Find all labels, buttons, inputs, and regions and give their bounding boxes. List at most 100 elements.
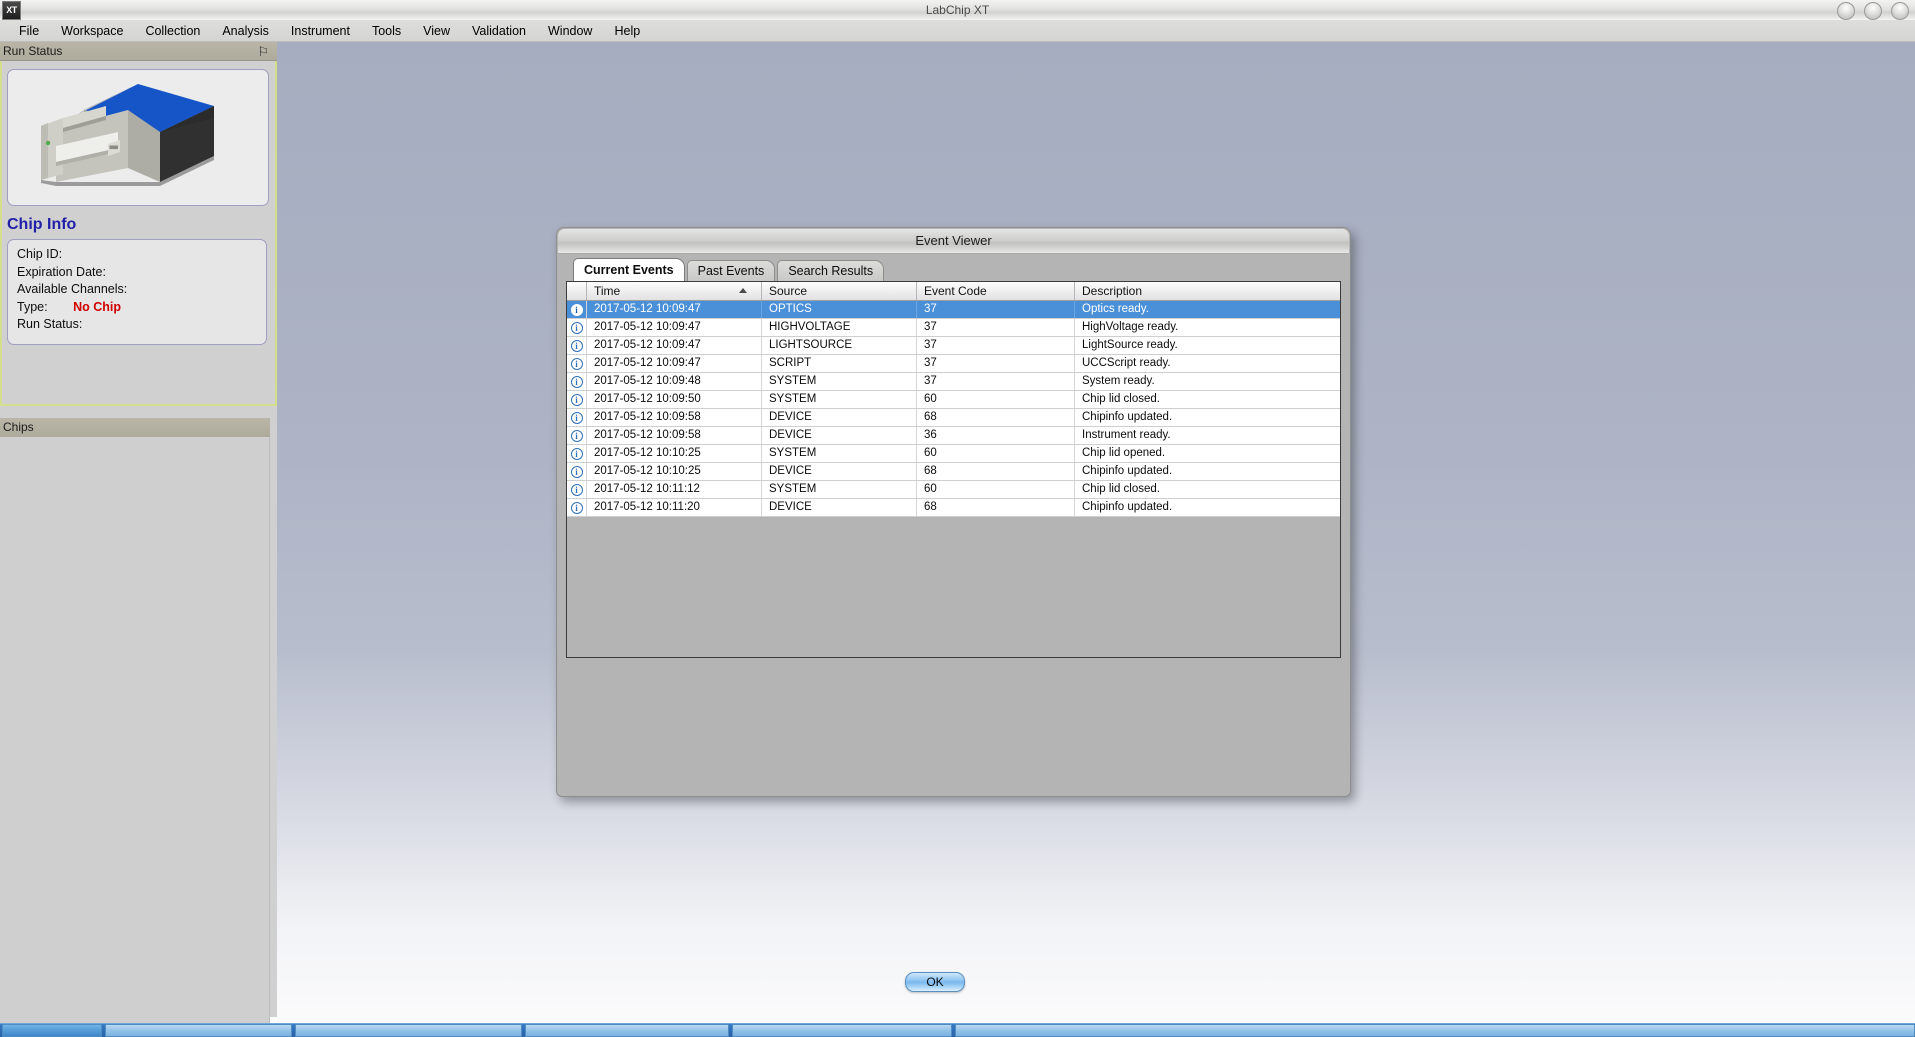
cell-description: Chipinfo updated. [1075, 499, 1340, 516]
start-button[interactable] [2, 1024, 102, 1037]
table-row[interactable]: i 2017-05-12 10:09:47 HIGHVOLTAGE 37 Hig… [567, 319, 1340, 337]
run-status-panel-caption: Run Status ⚐ [0, 42, 277, 61]
cell-source: DEVICE [762, 427, 917, 444]
available-channels-label: Available Channels: [17, 282, 127, 296]
chip-info-box: Chip ID: Expiration Date: Available Chan… [7, 239, 267, 345]
info-icon: i [571, 394, 583, 406]
table-row[interactable]: i 2017-05-12 10:09:47 LIGHTSOURCE 37 Lig… [567, 337, 1340, 355]
maximize-button[interactable] [1864, 2, 1882, 20]
table-row[interactable]: i 2017-05-12 10:09:58 DEVICE 68 Chipinfo… [567, 409, 1340, 427]
row-icon-cell: i [567, 481, 587, 498]
column-header-event-code[interactable]: Event Code [917, 282, 1075, 300]
run-status-label: Run Status: [17, 317, 82, 331]
cell-time: 2017-05-12 10:09:58 [587, 409, 762, 426]
cell-description: Chip lid closed. [1075, 481, 1340, 498]
cell-time: 2017-05-12 10:09:48 [587, 373, 762, 390]
cell-time: 2017-05-12 10:09:47 [587, 355, 762, 372]
tab-past-events[interactable]: Past Events [687, 260, 776, 281]
info-icon: i [571, 466, 583, 478]
cell-source: DEVICE [762, 409, 917, 426]
cell-time: 2017-05-12 10:11:20 [587, 499, 762, 516]
chip-info-row-expiration-date: Expiration Date: [17, 264, 266, 282]
cell-event-code: 36 [917, 427, 1075, 444]
taskbar-item-5[interactable] [955, 1024, 1915, 1037]
table-row[interactable]: i 2017-05-12 10:09:47 SCRIPT 37 UCCScrip… [567, 355, 1340, 373]
menu-item-view[interactable]: View [412, 22, 461, 40]
menu-item-help[interactable]: Help [603, 22, 651, 40]
info-icon: i [571, 448, 583, 460]
menu-item-instrument[interactable]: Instrument [280, 22, 361, 40]
row-icon-cell: i [567, 373, 587, 390]
table-row[interactable]: i 2017-05-12 10:11:20 DEVICE 68 Chipinfo… [567, 499, 1340, 517]
os-taskbar [0, 1023, 1915, 1037]
menu-item-analysis[interactable]: Analysis [211, 22, 280, 40]
cell-description: LightSource ready. [1075, 337, 1340, 354]
cell-time: 2017-05-12 10:09:47 [587, 337, 762, 354]
cell-description: Instrument ready. [1075, 427, 1340, 444]
table-row[interactable]: i 2017-05-12 10:09:48 SYSTEM 37 System r… [567, 373, 1340, 391]
pin-icon[interactable]: ⚐ [257, 44, 269, 59]
chips-panel-body [0, 437, 270, 1037]
info-icon: i [571, 484, 583, 496]
chip-info-title: Chip Info [7, 216, 76, 234]
column-header-source-label: Source [769, 284, 807, 298]
cell-time: 2017-05-12 10:09:47 [587, 301, 762, 318]
expiration-date-label: Expiration Date: [17, 265, 106, 279]
minimize-button[interactable] [1837, 2, 1855, 20]
chip-type-value: No Chip [73, 300, 121, 314]
instrument-image [7, 69, 269, 206]
cell-time: 2017-05-12 10:09:58 [587, 427, 762, 444]
cell-event-code: 37 [917, 301, 1075, 318]
ok-button[interactable]: OK [905, 972, 965, 992]
table-row[interactable]: i 2017-05-12 10:10:25 DEVICE 68 Chipinfo… [567, 463, 1340, 481]
cell-event-code: 60 [917, 391, 1075, 408]
taskbar-item-2[interactable] [295, 1024, 522, 1037]
menu-item-file[interactable]: File [8, 22, 50, 40]
chips-panel-caption: Chips [0, 418, 270, 437]
column-header-time[interactable]: Time [587, 282, 762, 300]
cell-description: HighVoltage ready. [1075, 319, 1340, 336]
menu-item-workspace[interactable]: Workspace [50, 22, 134, 40]
cell-event-code: 37 [917, 319, 1075, 336]
cell-description: Chipinfo updated. [1075, 409, 1340, 426]
chips-caption-label: Chips [3, 420, 34, 434]
menu-item-validation[interactable]: Validation [461, 22, 537, 40]
taskbar-item-1[interactable] [105, 1024, 292, 1037]
row-icon-cell: i [567, 391, 587, 408]
table-row[interactable]: i 2017-05-12 10:09:58 DEVICE 36 Instrume… [567, 427, 1340, 445]
menu-item-collection[interactable]: Collection [134, 22, 211, 40]
application-window: XT LabChip XT File Workspace Collection … [0, 0, 1915, 1037]
menu-item-window[interactable]: Window [537, 22, 603, 40]
table-row[interactable]: i 2017-05-12 10:10:25 SYSTEM 60 Chip lid… [567, 445, 1340, 463]
dialog-tabstrip: Current Events Past Events Search Result… [573, 259, 886, 281]
close-button[interactable] [1891, 2, 1909, 20]
row-icon-cell: i [567, 445, 587, 462]
event-list-pane[interactable]: Time Source Event Code Description i [566, 281, 1341, 658]
table-row[interactable]: i 2017-05-12 10:11:12 SYSTEM 60 Chip lid… [567, 481, 1340, 499]
type-label: Type: [17, 300, 48, 314]
tab-search-results[interactable]: Search Results [777, 260, 884, 281]
cell-source: LIGHTSOURCE [762, 337, 917, 354]
row-icon-cell: i [567, 499, 587, 516]
table-row[interactable]: i 2017-05-12 10:09:50 SYSTEM 60 Chip lid… [567, 391, 1340, 409]
column-header-source[interactable]: Source [762, 282, 917, 300]
event-list-rows: i 2017-05-12 10:09:47 OPTICS 37 Optics r… [567, 301, 1340, 517]
taskbar-item-4[interactable] [732, 1024, 952, 1037]
cell-source: SYSTEM [762, 445, 917, 462]
run-status-panel-body: Chip Info Chip ID: Expiration Date: Avai… [0, 61, 277, 406]
table-row[interactable]: i 2017-05-12 10:09:47 OPTICS 37 Optics r… [567, 301, 1340, 319]
chip-info-row-type: Type: No Chip [17, 299, 266, 317]
tab-current-events[interactable]: Current Events [573, 258, 685, 281]
column-header-description[interactable]: Description [1075, 282, 1340, 300]
row-icon-cell: i [567, 409, 587, 426]
window-titlebar: XT LabChip XT [0, 0, 1915, 21]
menu-item-tools[interactable]: Tools [361, 22, 412, 40]
event-list-empty-area [567, 517, 1340, 657]
cell-source: OPTICS [762, 301, 917, 318]
cell-event-code: 37 [917, 355, 1075, 372]
cell-time: 2017-05-12 10:11:12 [587, 481, 762, 498]
taskbar-item-3[interactable] [525, 1024, 729, 1037]
cell-time: 2017-05-12 10:09:47 [587, 319, 762, 336]
info-icon: i [571, 358, 583, 370]
chip-info-row-run-status: Run Status: [17, 316, 266, 334]
